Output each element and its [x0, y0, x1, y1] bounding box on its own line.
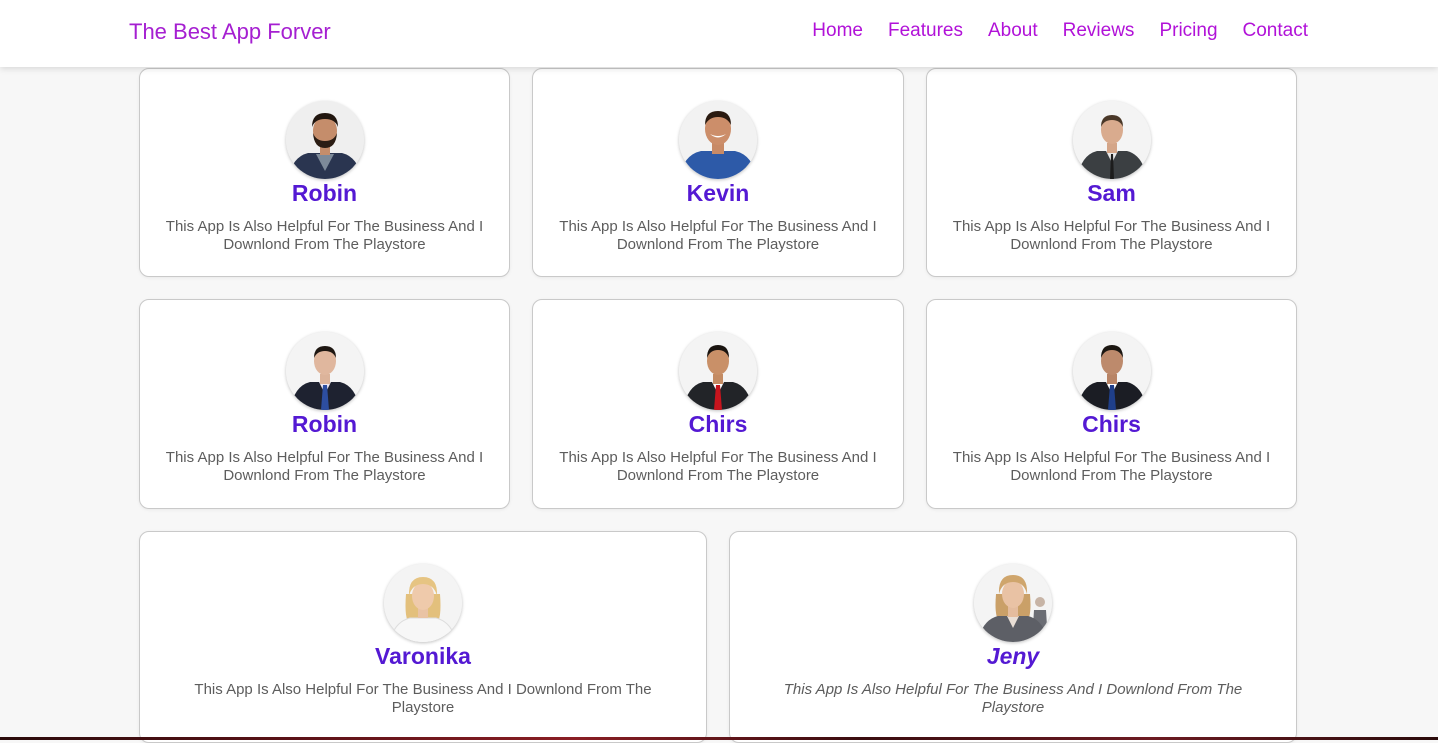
avatar: [1072, 332, 1151, 410]
review-card: Kevin This App Is Also Helpful For The B…: [532, 68, 904, 277]
reviewer-name: Chirs: [1082, 411, 1141, 437]
reviewer-name: Sam: [1087, 180, 1136, 206]
nav-link-home[interactable]: Home: [812, 20, 863, 42]
review-text: This App Is Also Helpful For The Busines…: [952, 218, 1271, 253]
review-card: Robin This App Is Also Helpful For The B…: [139, 68, 510, 277]
reviewer-name: Jeny: [986, 643, 1040, 669]
avatar: [1072, 101, 1151, 179]
avatar: [679, 101, 757, 179]
review-text: This App Is Also Helpful For The Busines…: [165, 449, 484, 484]
avatar: [679, 332, 757, 410]
reviewer-name: Kevin: [686, 180, 750, 206]
woman-blonde-white-shirt-photo-icon: [384, 564, 462, 642]
nav-menu: Home Features About Reviews Pricing Cont…: [812, 20, 1308, 42]
man-dark-suit-blue-tie-photo-icon: [285, 332, 364, 410]
review-text: This App Is Also Helpful For The Busines…: [194, 681, 652, 716]
review-card: Jeny This App Is Also Helpful For The Bu…: [729, 531, 1297, 743]
review-card: Chirs This App Is Also Helpful For The B…: [532, 299, 904, 509]
nav-link-reviews[interactable]: Reviews: [1063, 20, 1135, 42]
review-text: This App Is Also Helpful For The Busines…: [559, 449, 877, 484]
nav-link-contact[interactable]: Contact: [1243, 20, 1308, 42]
avatar: [384, 564, 462, 642]
avatar: [285, 332, 364, 410]
man-grey-suit-photo-icon: [1072, 101, 1151, 179]
review-text: This App Is Also Helpful For The Busines…: [952, 449, 1271, 484]
man-suit-red-tie-photo-icon: [679, 332, 757, 410]
nav-link-about[interactable]: About: [988, 20, 1038, 42]
review-text: This App Is Also Helpful For The Busines…: [783, 681, 1243, 716]
review-text: This App Is Also Helpful For The Busines…: [165, 218, 484, 253]
reviewer-name: Chirs: [688, 411, 748, 437]
nav-link-features[interactable]: Features: [888, 20, 963, 42]
man-suit-striped-tie-photo-icon: [1072, 332, 1151, 410]
woman-blonde-grey-blazer-photo-icon: [974, 564, 1052, 642]
man-smiling-blue-shirt-photo-icon: [679, 101, 757, 179]
avatar: [285, 101, 364, 179]
review-card: Sam This App Is Also Helpful For The Bus…: [926, 68, 1297, 277]
review-card: Chirs This App Is Also Helpful For The B…: [926, 299, 1297, 509]
avatar: [974, 564, 1052, 642]
review-card: Robin This App Is Also Helpful For The B…: [139, 299, 510, 509]
review-text: This App Is Also Helpful For The Busines…: [559, 218, 877, 253]
reviewer-name: Robin: [291, 411, 358, 437]
nav-link-pricing[interactable]: Pricing: [1159, 20, 1217, 42]
brand-logo-link[interactable]: The Best App Forver: [129, 19, 331, 45]
review-card: Varonika This App Is Also Helpful For Th…: [139, 531, 707, 743]
navbar: The Best App Forver Home Features About …: [0, 0, 1438, 67]
reviewer-name: Robin: [291, 180, 358, 206]
man-bearded-blazer-photo-icon: [285, 101, 364, 179]
reviewer-name: Varonika: [375, 643, 471, 669]
